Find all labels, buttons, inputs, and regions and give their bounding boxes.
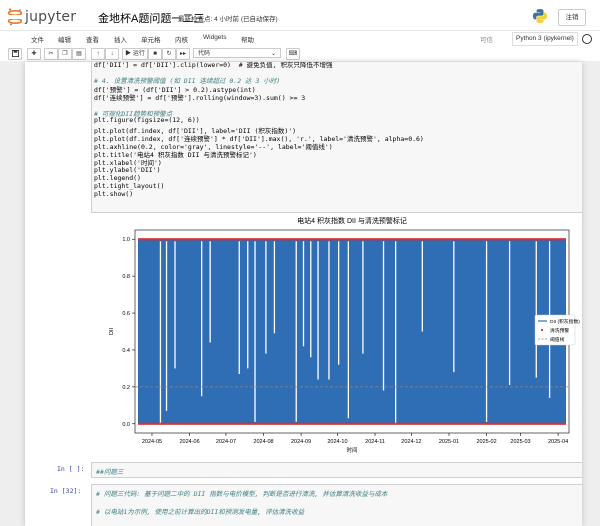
toolbar: ✚ ✂ ❐ ▤ ↑ ↓ ▶ 运行 ■ ↻ ▸▸ 代码 ⌄ ⌨ [0,47,600,61]
code-line: plt.show() [94,190,134,199]
move-up-button[interactable]: ↑ [91,48,105,60]
python-icon [533,9,547,23]
chart-title: 电站4 积灰指数 DII 与清洗预警标记 [297,216,407,225]
menu-insert[interactable]: 插入 [114,34,127,44]
interrupt-button[interactable]: ■ [148,48,162,60]
jupyter-logo[interactable]: jupyter [8,8,94,26]
plus-icon: ✚ [31,51,37,57]
cell-type-select[interactable]: 代码 ⌄ [193,48,281,58]
keyboard-icon: ⌨ [288,51,298,57]
y-tick-label: 0.6 [122,311,130,317]
y-tick-label: 0.2 [122,385,130,391]
y-tick-label: 1.0 [122,237,130,243]
y-tick-label: 0.0 [122,422,130,428]
copy-button[interactable]: ❐ [58,48,72,60]
x-tick-label: 2024-08 [253,439,273,445]
cell-prompt: In [32]: [50,487,82,495]
save-button[interactable] [8,48,22,60]
x-tick-label: 2025-04 [548,439,568,445]
code-line: # 问题三代码: 基于问题二中的 DII 指数与电价模型, 判断是否进行清洗, … [96,490,388,498]
notebook-container: df['DII'] = df['DII'].clip(lower=0) # 避免… [25,62,582,526]
code-line: plt.tight_layout() [94,182,165,190]
x-tick-label: 2025-02 [476,439,496,445]
legend-label: 阈值线 [550,336,565,343]
chevron-down-icon: ⌄ [270,51,276,57]
code-cell-input[interactable]: ##问题三 [91,462,582,478]
restart-run-button[interactable]: ▸▸ [176,48,190,60]
x-tick-label: 2024-09 [291,439,311,445]
notebook-header: jupyter 金地杯A题问题一二三 最新检查点: 4 小时前 (已自动保存) … [0,0,600,30]
legend-label: DII (积灰指数) [550,318,580,325]
jupyter-logo-icon [8,8,22,26]
x-tick-label: 2024-12 [401,439,421,445]
menu-file[interactable]: 文件 [31,34,44,44]
code-line: # 以电站1为示例, 使用之前计算出的DII和预测发电量, 评估清洗收益 [96,508,305,516]
code-cell-input[interactable]: # 问题三代码: 基于问题二中的 DII 指数与电价模型, 判断是否进行清洗, … [91,484,582,526]
code-line: plt.legend() [94,173,141,182]
paste-button[interactable]: ▤ [72,48,86,60]
code-line: plt.ylabel('DII') [94,165,161,174]
code-line: df['连续预警'] = df['预警'].rolling(window=3).… [94,93,306,102]
x-tick-label: 2024-10 [327,439,347,445]
x-axis-label: 时间 [346,446,357,454]
menu-widgets[interactable]: Widgets [203,34,226,41]
fast-forward-icon: ▸▸ [179,51,187,57]
run-button[interactable]: ▶ 运行 [122,48,148,60]
code-line: plt.figure(figsize=(12, 6)) [94,116,200,125]
logout-button[interactable]: 注销 [558,9,586,26]
x-tick-label: 2024-06 [179,439,199,445]
legend-marker [540,328,544,332]
menu-help[interactable]: 帮助 [241,34,254,44]
x-tick-label: 2024-07 [216,439,236,445]
stop-icon: ■ [153,51,157,57]
menu-cell[interactable]: 单元格 [141,34,161,44]
menu-view[interactable]: 查看 [86,34,99,44]
code-line: ##问题三 [96,468,124,476]
legend-label: 清洗预警 [550,327,569,334]
x-tick-label: 2025-01 [439,439,459,445]
restart-icon: ↻ [166,51,172,57]
x-tick-label: 2024-05 [142,439,162,445]
paste-icon: ▤ [76,51,82,57]
arrow-up-icon: ↑ [96,51,100,57]
y-tick-label: 0.4 [122,348,130,354]
restart-button[interactable]: ↻ [162,48,176,60]
y-axis-label: DII [109,328,115,336]
insert-cell-button[interactable]: ✚ [27,48,41,60]
kernel-status-icon [582,34,592,44]
dii-chart: 电站4 积灰指数 DII 与清洗预警标记 0.0 0.2 0.4 0.6 0.8 1.0 20… [109,216,580,454]
command-palette-button[interactable]: ⌨ [286,48,300,60]
logo-text: jupyter [25,9,77,25]
checkpoint-status: 最新检查点: 4 小时前 (已自动保存) [178,16,278,23]
move-down-button[interactable]: ↓ [105,48,119,60]
cell-type-label: 代码 [198,51,211,57]
y-tick-label: 0.8 [122,274,130,280]
save-icon [11,50,19,57]
x-tick-label: 2024-11 [365,439,385,445]
arrow-down-icon: ↓ [110,51,114,57]
kernel-indicator[interactable]: Python 3 (ipykernel) [512,32,578,46]
code-cell-input[interactable]: df['DII'] = df['DII'].clip(lower=0) # 避免… [91,62,582,213]
cut-button[interactable]: ✂ [44,48,58,60]
x-tick-label: 2025-03 [510,439,530,445]
menu-bar: 文件 编辑 查看 插入 单元格 内核 Widgets 帮助 可信 Python … [0,30,600,48]
copy-icon: ❐ [62,51,68,57]
code-line: df['DII'] = df['DII'].clip(lower=0) # 避免… [94,62,333,69]
menu-kernel[interactable]: 内核 [175,34,188,44]
scissors-icon: ✂ [48,51,54,57]
menu-edit[interactable]: 编辑 [58,34,71,44]
trusted-indicator[interactable]: 可信 [480,34,493,44]
cell-prompt: In [ ]: [57,465,85,473]
